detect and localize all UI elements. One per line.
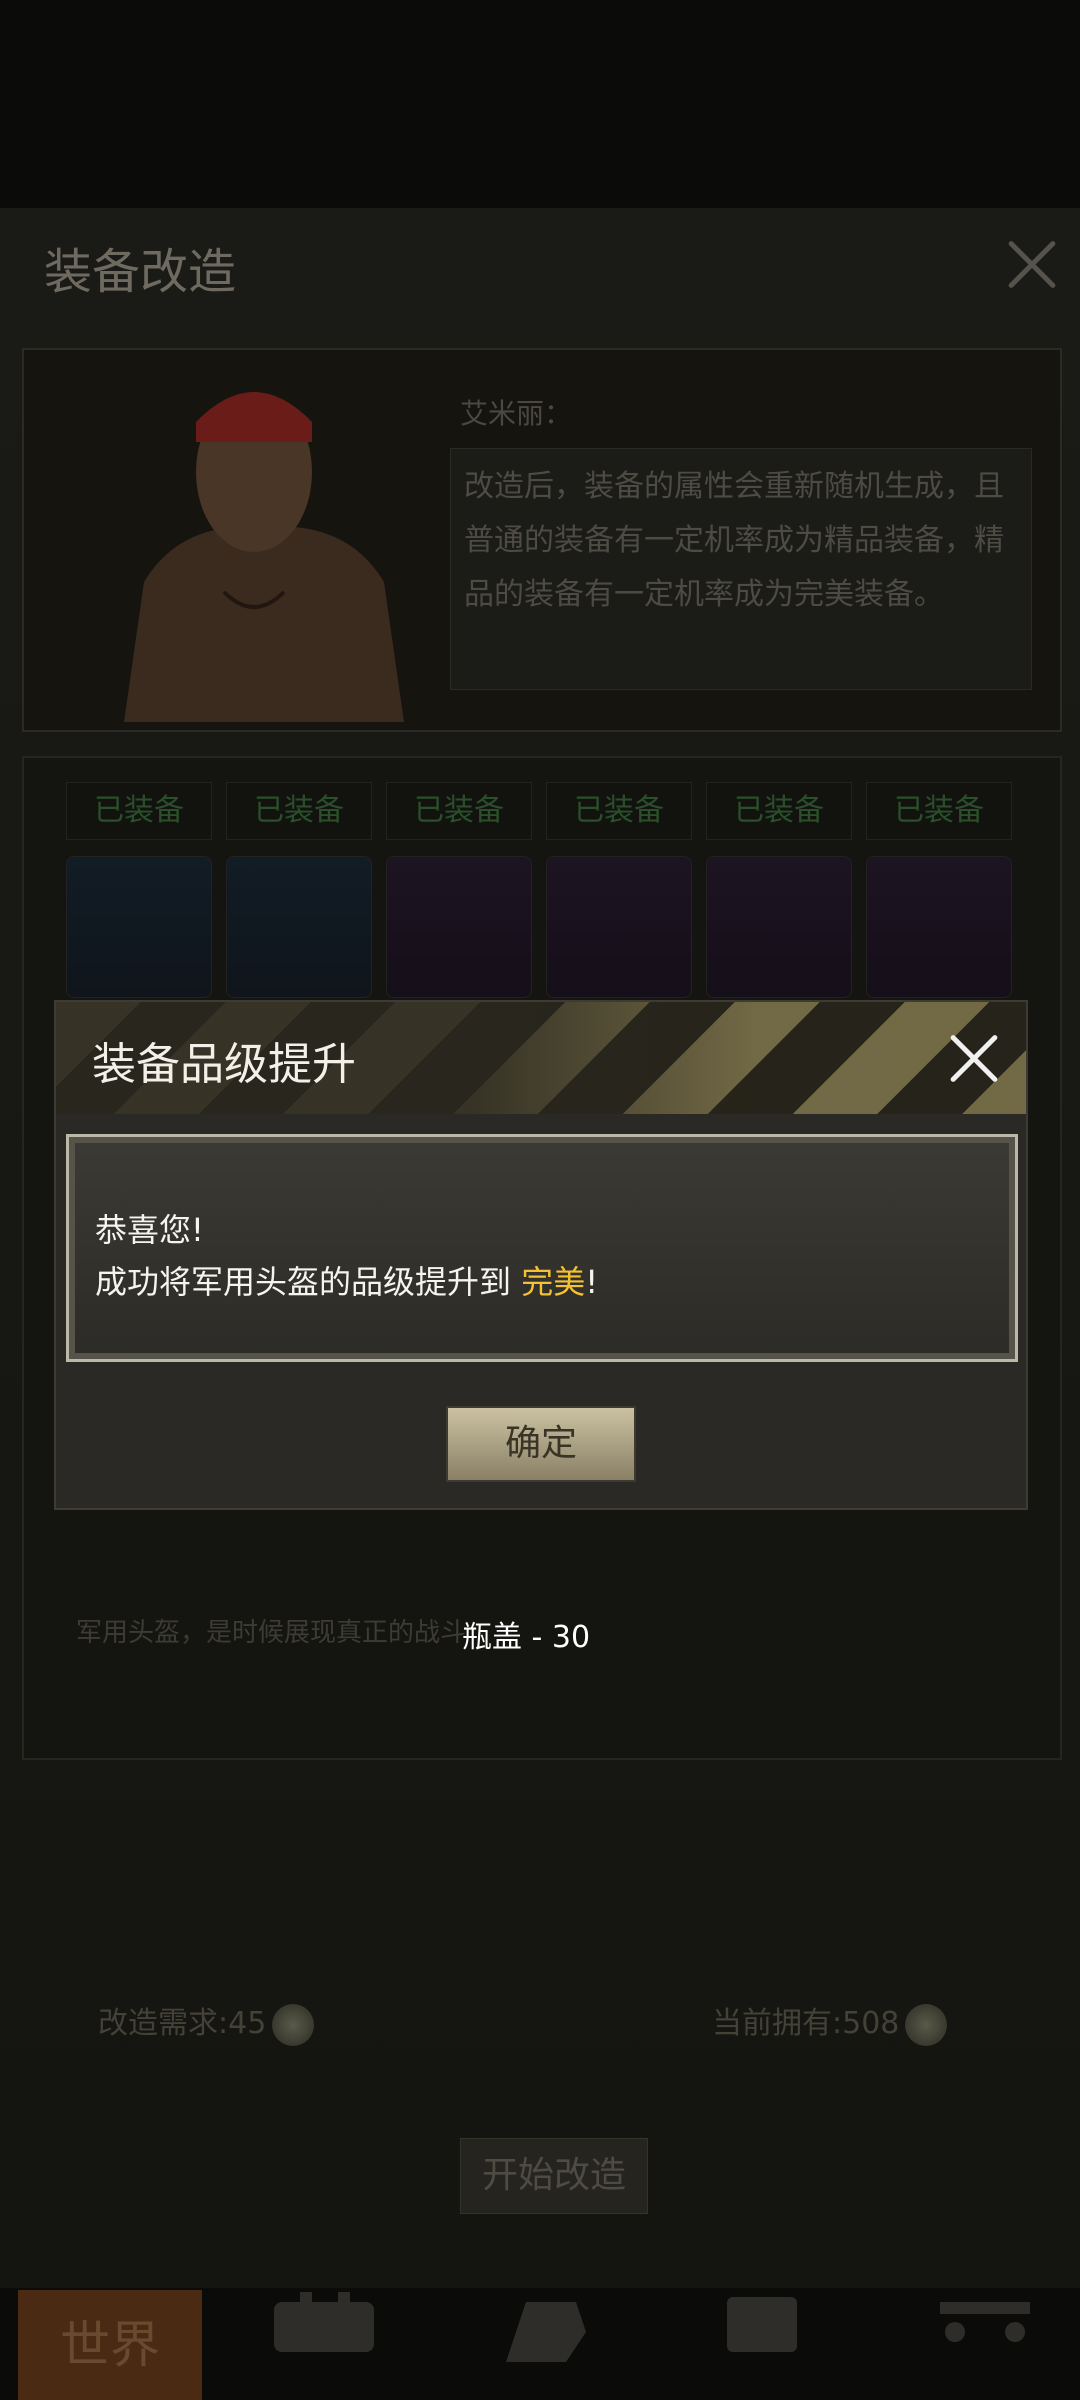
quality-upgrade-dialog: 装备品级提升 恭喜您! 成功将军用头盔的品级提升到 完美! 确定 [54,1000,1028,1510]
dialog-title: 装备品级提升 [92,1039,356,1090]
upgrade-message-suffix: ! [585,1263,599,1301]
dialog-close-icon[interactable] [946,1030,1002,1086]
upgrade-message: 成功将军用头盔的品级提升到 完美! [95,1257,598,1303]
quality-highlight: 完美 [521,1263,586,1301]
confirm-button[interactable]: 确定 [446,1406,636,1482]
cost-toast: 瓶盖 - 30 [462,1620,591,1655]
upgrade-message-prefix: 成功将军用头盔的品级提升到 [95,1263,522,1301]
congrats-text: 恭喜您! [95,1211,204,1249]
message-box: 恭喜您! 成功将军用头盔的品级提升到 完美! [66,1134,1018,1362]
